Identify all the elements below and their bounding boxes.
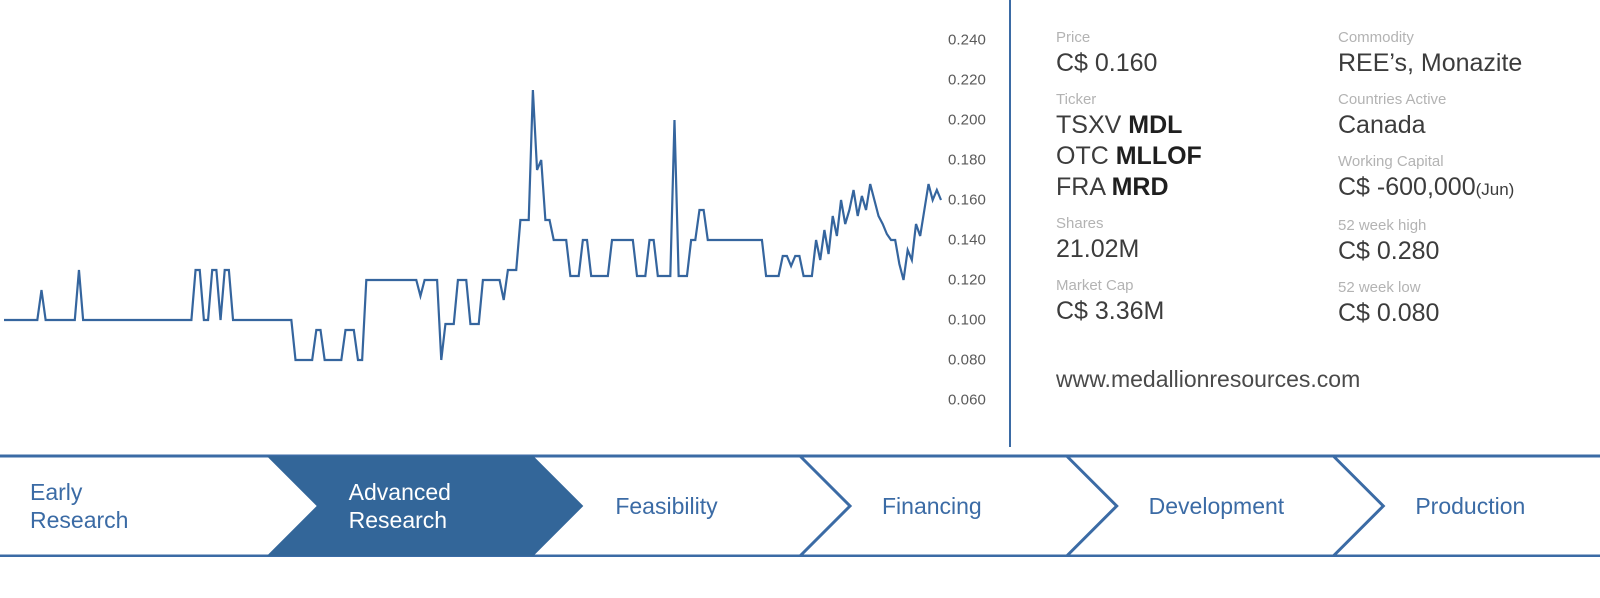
field-shares: Shares 21.02M (1056, 214, 1346, 265)
field-commodity: Commodity REE’s, Monazite (1338, 28, 1600, 79)
ticker-line-tsxv: TSXV MDL (1056, 110, 1346, 141)
price-chart-svg (4, 89, 943, 362)
field-value-shares: 21.02M (1056, 235, 1140, 263)
y-axis-tick-0-140: 0.140 (947, 231, 986, 249)
info-column-right: Commodity REE’s, Monazite Countries Acti… (1338, 28, 1600, 340)
y-axis-tick-0-220: 0.220 (947, 71, 986, 89)
field-52-week-high: 52 week high C$ 0.280 (1338, 216, 1600, 267)
price-chart: 0.240 0.220 0.200 0.180 0.160 0.140 0.120 0.100… (0, 0, 1009, 447)
field-ticker: Ticker TSXV MDL OTC MLLOF FRA MRD (1056, 90, 1346, 203)
field-value-52-week-high: C$ 0.280 (1338, 237, 1440, 265)
field-label-52-week-high: 52 week high (1338, 217, 1427, 234)
y-axis-tick-0-080: 0.080 (947, 351, 986, 369)
y-axis-tick-0-100: 0.100 (947, 311, 986, 329)
ticker-line-otc: OTC MLLOF (1056, 141, 1346, 172)
working-capital-period: (Jun) (1475, 180, 1515, 199)
company-info-panel: Price C$ 0.160 Ticker TSXV MDL OTC MLLOF… (1011, 0, 1600, 447)
y-axis-tick-0-060: 0.060 (947, 391, 986, 409)
field-label-working-capital: Working Capital (1338, 153, 1444, 170)
field-value-working-capital: C$ -600,000(Jun) (1338, 172, 1600, 205)
y-axis-tick-0-180: 0.180 (947, 151, 986, 169)
stage-chevron-active-shape[interactable] (266, 456, 584, 556)
field-market-cap: Market Cap C$ 3.36M (1056, 276, 1346, 327)
price-line (4, 89, 943, 362)
ticker-symbol-mllof: MLLOF (1115, 142, 1202, 170)
field-price: Price C$ 0.160 (1056, 28, 1346, 79)
field-label-commodity: Commodity (1338, 29, 1414, 46)
ticker-symbol-mdl: MDL (1128, 111, 1183, 139)
company-website-link[interactable]: www.medallionresources.com (1056, 366, 1360, 393)
info-column-left: Price C$ 0.160 Ticker TSXV MDL OTC MLLOF… (1056, 28, 1346, 338)
field-label-countries-active: Countries Active (1338, 91, 1447, 108)
field-value-52-week-low: C$ 0.080 (1338, 299, 1440, 327)
y-axis: 0.240 0.220 0.200 0.180 0.160 0.140 0.120 0.100… (930, 0, 998, 447)
field-countries-active: Countries Active Canada (1338, 90, 1600, 141)
field-label-ticker: Ticker (1056, 91, 1097, 108)
field-value-market-cap: C$ 3.36M (1056, 297, 1165, 325)
field-52-week-low: 52 week low C$ 0.080 (1338, 278, 1600, 329)
y-axis-tick-0-200: 0.200 (947, 111, 986, 129)
ticker-exchange-tsxv: TSXV (1056, 111, 1129, 139)
field-working-capital: Working Capital C$ -600,000(Jun) (1338, 152, 1600, 205)
stage-chevron-divider (798, 454, 853, 557)
y-axis-tick-0-160: 0.160 (947, 191, 986, 209)
field-value-commodity: REE’s, Monazite (1338, 49, 1523, 77)
field-value-countries-active: Canada (1338, 111, 1426, 139)
stage-chevron-divider (1332, 454, 1386, 557)
working-capital-amount: C$ -600,000 (1338, 173, 1476, 201)
field-label-price: Price (1056, 29, 1091, 46)
top-region: 0.240 0.220 0.200 0.180 0.160 0.140 0.120 0.100… (0, 0, 1600, 447)
project-stage-svg (0, 454, 1600, 557)
stage-chevron-divider (1065, 454, 1119, 557)
ticker-exchange-fra: FRA (1056, 173, 1112, 201)
ticker-line-fra: FRA MRD (1056, 172, 1346, 203)
ticker-symbol-mrd: MRD (1111, 173, 1169, 201)
field-label-market-cap: Market Cap (1056, 277, 1134, 294)
field-value-price: C$ 0.160 (1056, 49, 1158, 77)
field-label-shares: Shares (1056, 215, 1104, 232)
field-label-52-week-low: 52 week low (1338, 279, 1421, 296)
ticker-exchange-otc: OTC (1056, 142, 1116, 170)
project-stage-bar: Early Research Advanced Research Feasibili… (0, 447, 1600, 557)
y-axis-tick-0-240: 0.240 (947, 31, 986, 49)
y-axis-tick-0-120: 0.120 (947, 271, 986, 289)
